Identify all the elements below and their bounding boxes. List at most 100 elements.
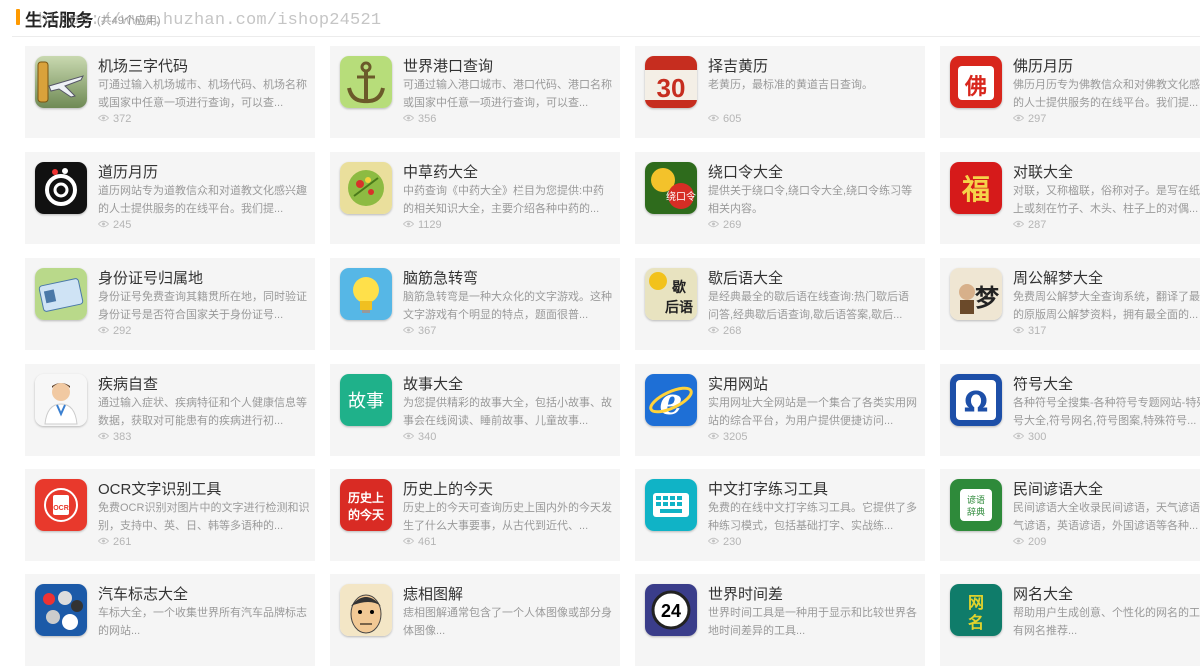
view-count: 605 xyxy=(708,113,741,125)
app-name[interactable]: 中文打字练习工具 xyxy=(708,478,828,499)
app-name[interactable]: 痣相图解 xyxy=(403,583,463,604)
view-count-value: 269 xyxy=(723,219,742,231)
ocr-icon[interactable]: OCR xyxy=(35,479,87,531)
app-description: 身份证号免费查询其籍贯所在地，同时验证身份证号是否符合国家关于身份证号... xyxy=(98,291,307,321)
app-card[interactable]: 中草药大全 中药查询《中药大全》栏目为您提供:中药的相关知识大全，主要介绍各种中药… xyxy=(330,152,620,244)
airplane-icon[interactable] xyxy=(35,56,87,108)
view-count-value: 300 xyxy=(1028,431,1047,443)
app-card[interactable]: 谚语辞典民间谚语大全民间谚语大全收录民间谚语，天气谚语、节气谚语，英语谚语，外国… xyxy=(940,469,1200,561)
app-description: 对联，又称楹联，俗称对子。是写在纸、布上或刻在竹子、木头、柱子上的对偶... xyxy=(1013,185,1200,215)
xiehouyu-icon[interactable]: 歇后语 xyxy=(645,268,697,320)
svg-text:Ω: Ω xyxy=(964,386,988,419)
app-name[interactable]: 故事大全 xyxy=(403,373,463,394)
app-card[interactable]: 梦周公解梦大全免费周公解梦大全查询系统，翻译了最权威的原版周公解梦资料，拥有最全… xyxy=(940,258,1200,350)
eye-icon xyxy=(708,219,723,231)
id-card-icon[interactable] xyxy=(35,268,87,320)
app-name[interactable]: 网名大全 xyxy=(1013,583,1073,604)
app-card[interactable]: 身份证号归属地身份证号免费查询其籍贯所在地，同时验证身份证号是否符合国家关于身份… xyxy=(25,258,315,350)
app-name[interactable]: 汽车标志大全 xyxy=(98,583,188,604)
history-today-icon[interactable]: 历史上 的今天 xyxy=(340,479,392,531)
app-name[interactable]: 身份证号归属地 xyxy=(98,267,203,288)
app-name[interactable]: 民间谚语大全 xyxy=(1013,478,1103,499)
nickname-icon[interactable]: 网名 xyxy=(950,584,1002,636)
doctor-icon[interactable] xyxy=(35,374,87,426)
app-name[interactable]: 歇后语大全 xyxy=(708,267,783,288)
app-card[interactable]: 歇后语 歇后语大全 是经典最全的歇后语在线查询:热门歇后语问答,经典歇后语查询,歇后… xyxy=(635,258,925,350)
section-header: 生活服务 (共49个应用) https://www.huzhan.com/ish… xyxy=(0,0,1200,37)
app-description: 老黄历，最标准的黄道吉日查询。 xyxy=(708,79,873,91)
app-card[interactable]: 机场三字代码可通过输入机场城市、机场代码、机场名称或国家中任意一项进行查询，可以… xyxy=(25,46,315,138)
view-count-value: 3205 xyxy=(723,431,748,443)
eye-icon xyxy=(403,325,418,337)
dream-icon[interactable]: 梦 xyxy=(950,268,1002,320)
proverb-icon[interactable]: 谚语 辞典 xyxy=(950,479,1002,531)
couplet-icon[interactable]: 福 xyxy=(950,162,1002,214)
eye-icon xyxy=(98,113,113,125)
app-card[interactable]: Ω 符号大全 各种符号全搜集-各种符号专题网站-特殊符号大全,符号网名,符号图案,特… xyxy=(940,364,1200,456)
anchor-icon[interactable] xyxy=(340,56,392,108)
app-description: 通过输入症状、疾病特征和个人健康信息等数据，获取对可能患有的疾病进行初... xyxy=(98,397,307,427)
tongue-twister-icon[interactable]: 绕口令 xyxy=(645,162,697,214)
app-card[interactable]: 网名网名大全帮助用户生成创意、个性化的网名的工具，有网名推荐... xyxy=(940,574,1200,666)
app-name[interactable]: 道历月历 xyxy=(98,161,158,182)
app-card[interactable]: 佛 佛历月历佛历月历专为佛教信众和对佛教文化感兴趣的人士提供服务的在线平台。我们提… xyxy=(940,46,1200,138)
taoism-icon[interactable] xyxy=(35,162,87,214)
app-card[interactable]: 福 对联大全对联，又称楹联，俗称对子。是写在纸、布上或刻在竹子、木头、柱子上的对偶… xyxy=(940,152,1200,244)
herb-icon[interactable] xyxy=(340,162,392,214)
story-icon[interactable]: 故事 xyxy=(340,374,392,426)
app-name[interactable]: 机场三字代码 xyxy=(98,55,188,76)
app-name[interactable]: OCR文字识别工具 xyxy=(98,478,221,499)
app-card[interactable]: 故事 故事大全 为您提供精彩的故事大全，包括小故事、故事会在线阅读、睡前故事、儿童故… xyxy=(330,364,620,456)
app-description: 民间谚语大全收录民间谚语，天气谚语、节气谚语，英语谚语，外国谚语等各种... xyxy=(1013,502,1200,532)
lightbulb-icon[interactable] xyxy=(340,268,392,320)
app-name[interactable]: 对联大全 xyxy=(1013,161,1073,182)
svg-text:名: 名 xyxy=(968,613,984,632)
view-count-value: 317 xyxy=(1028,325,1047,337)
app-card[interactable]: 历史上 的今天 历史上的今天 历史上的今天可查询历史上国内外的今天发生了什么大事要事，… xyxy=(330,469,620,561)
app-card[interactable]: 24 世界时间差 世界时间工具是一种用于显示和比较世界各地时间差异的工具... xyxy=(635,574,925,666)
app-name[interactable]: 实用网站 xyxy=(708,373,768,394)
calendar-30-icon[interactable]: 30 xyxy=(645,56,697,108)
app-card[interactable]: 疾病自查通过输入症状、疾病特征和个人健康信息等数据，获取对可能患有的疾病进行初.… xyxy=(25,364,315,456)
clock-24-icon[interactable]: 24 xyxy=(645,584,697,636)
app-card[interactable]: 痣相图解 痣相图解通常包含了一个人体图像或部分身体图像... xyxy=(330,574,620,666)
app-card[interactable]: 汽车标志大全 车标大全，一个收集世界所有汽车品牌标志的网站... xyxy=(25,574,315,666)
car-logo-icon[interactable] xyxy=(35,584,87,636)
view-count: 292 xyxy=(98,325,131,337)
keyboard-icon[interactable] xyxy=(645,479,697,531)
view-count: 356 xyxy=(403,113,436,125)
app-card[interactable]: 脑筋急转弯脑筋急转弯是一种大众化的文字游戏。这种文字游戏有个明显的特点，题面很普… xyxy=(330,258,620,350)
app-name[interactable]: 世界港口查询 xyxy=(403,55,493,76)
svg-text:故事: 故事 xyxy=(348,391,384,412)
app-name[interactable]: 历史上的今天 xyxy=(403,478,493,499)
app-card[interactable]: 中文打字练习工具 免费的在线中文打字练习工具。它提供了多种练习模式，包括基础打字、… xyxy=(635,469,925,561)
view-count-value: 287 xyxy=(1028,219,1047,231)
svg-text:OCR: OCR xyxy=(53,505,69,512)
app-name[interactable]: 世界时间差 xyxy=(708,583,783,604)
app-name[interactable]: 佛历月历 xyxy=(1013,55,1073,76)
app-name[interactable]: 周公解梦大全 xyxy=(1013,267,1103,288)
app-name[interactable]: 脑筋急转弯 xyxy=(403,267,478,288)
view-count-value: 268 xyxy=(723,325,742,337)
app-card[interactable]: 30 择吉黄历老黄历，最标准的黄道吉日查询。 605 xyxy=(635,46,925,138)
app-card[interactable]: 世界港口查询 可通过输入港口城市、港口代码、港口名称或国家中任意一项进行查询，可以… xyxy=(330,46,620,138)
app-name[interactable]: 疾病自查 xyxy=(98,373,158,394)
omega-icon[interactable]: Ω xyxy=(950,374,1002,426)
app-card[interactable]: 道历月历 道历网站专为道教信众和对道教文化感兴趣的人士提供服务的在线平台。我们提.… xyxy=(25,152,315,244)
mole-face-icon[interactable] xyxy=(340,584,392,636)
app-name[interactable]: 中草药大全 xyxy=(403,161,478,182)
app-description: 脑筋急转弯是一种大众化的文字游戏。这种文字游戏有个明显的特点，题面很普... xyxy=(403,291,612,321)
app-name[interactable]: 择吉黄历 xyxy=(708,55,768,76)
app-card[interactable]: 绕口令 绕口令大全 提供关于绕口令,绕口令大全,绕口令练习等相关内容。 269 xyxy=(635,152,925,244)
app-name[interactable]: 符号大全 xyxy=(1013,373,1073,394)
buddha-calendar-icon[interactable]: 佛 xyxy=(950,56,1002,108)
app-card[interactable]: OCR OCR文字识别工具 免费OCR识别对图片中的文字进行检测和识别，支持中、英、… xyxy=(25,469,315,561)
app-name[interactable]: 绕口令大全 xyxy=(708,161,783,182)
svg-text:谚语: 谚语 xyxy=(967,494,985,506)
ie-icon[interactable]: e xyxy=(645,374,697,426)
app-card[interactable]: e 实用网站 实用网址大全网站是一个集合了各类实用网站的综合平台，为用户提供便捷访问… xyxy=(635,364,925,456)
watermark-text: https://www.huzhan.com/ishop24521 xyxy=(38,11,382,30)
view-count-value: 1129 xyxy=(418,219,442,231)
app-description: 可通过输入机场城市、机场代码、机场名称或国家中任意一项进行查询，可以查... xyxy=(98,79,307,109)
svg-text:梦: 梦 xyxy=(975,283,1000,312)
